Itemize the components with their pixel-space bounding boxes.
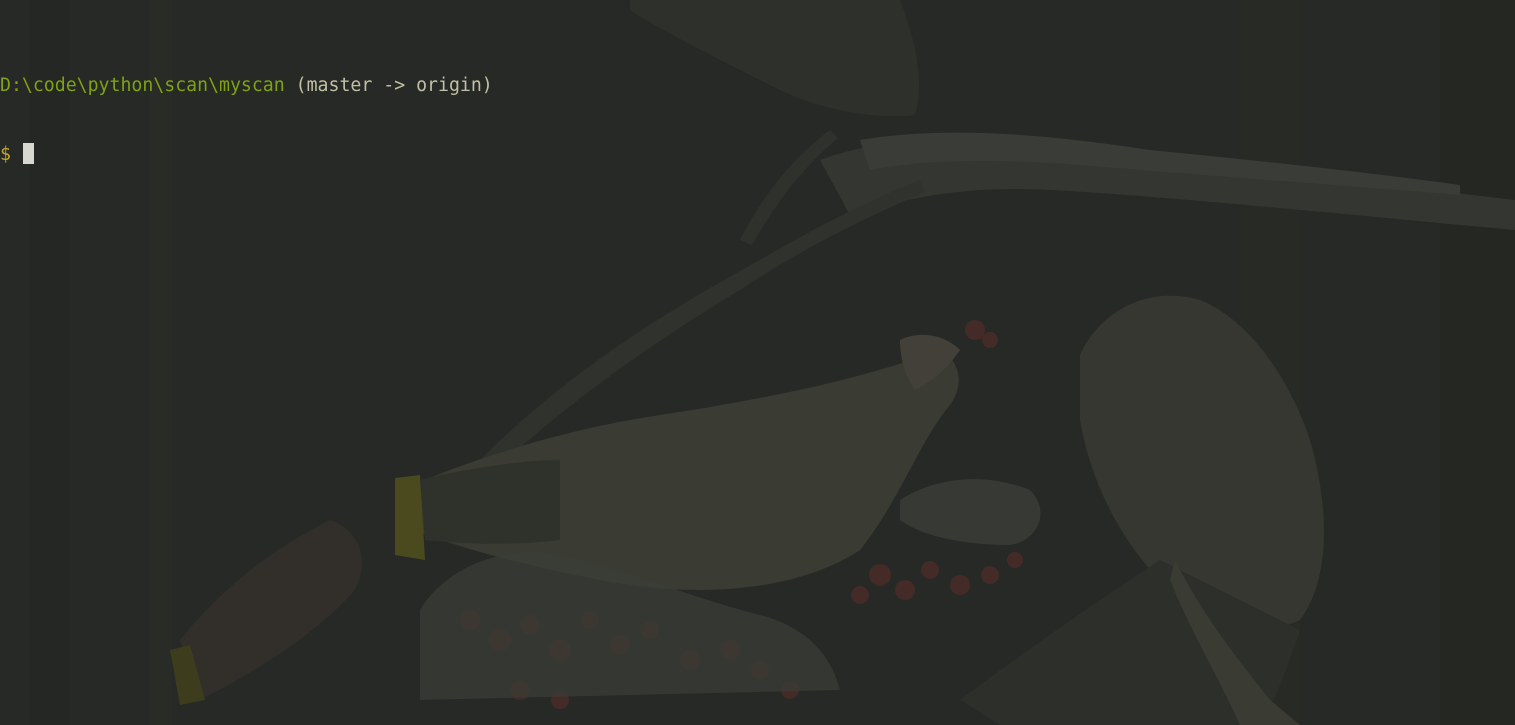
cwd-path: D:\code\python\scan\myscan xyxy=(0,75,285,96)
terminal-window[interactable]: D:\code\python\scan\myscan (master -> or… xyxy=(0,0,1515,725)
prompt-line[interactable]: $ xyxy=(0,143,493,166)
text-cursor xyxy=(22,143,34,164)
prompt-symbol: $ xyxy=(0,144,11,165)
terminal-output[interactable]: D:\code\python\scan\myscan (master -> or… xyxy=(0,28,493,212)
cwd-line: D:\code\python\scan\myscan (master -> or… xyxy=(0,74,493,97)
git-branch-info: (master -> origin) xyxy=(284,75,493,96)
